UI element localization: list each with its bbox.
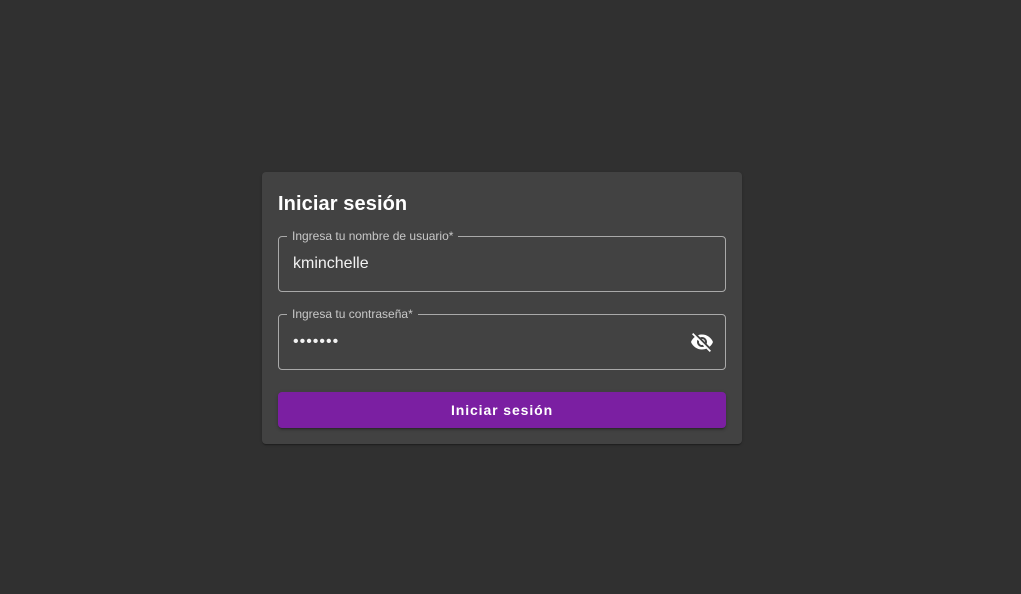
toggle-password-visibility-button[interactable] xyxy=(686,326,718,358)
login-submit-button[interactable]: Iniciar sesión xyxy=(278,392,726,428)
card-title: Iniciar sesión xyxy=(278,193,408,215)
username-field[interactable]: Ingresa tu nombre de usuario* xyxy=(278,230,726,292)
password-field[interactable]: Ingresa tu contraseña* xyxy=(278,308,726,370)
eye-off-icon xyxy=(691,333,713,352)
username-input[interactable] xyxy=(278,236,726,292)
password-input[interactable] xyxy=(278,314,726,370)
login-card: Iniciar sesión Ingresa tu nombre de usua… xyxy=(262,172,742,444)
